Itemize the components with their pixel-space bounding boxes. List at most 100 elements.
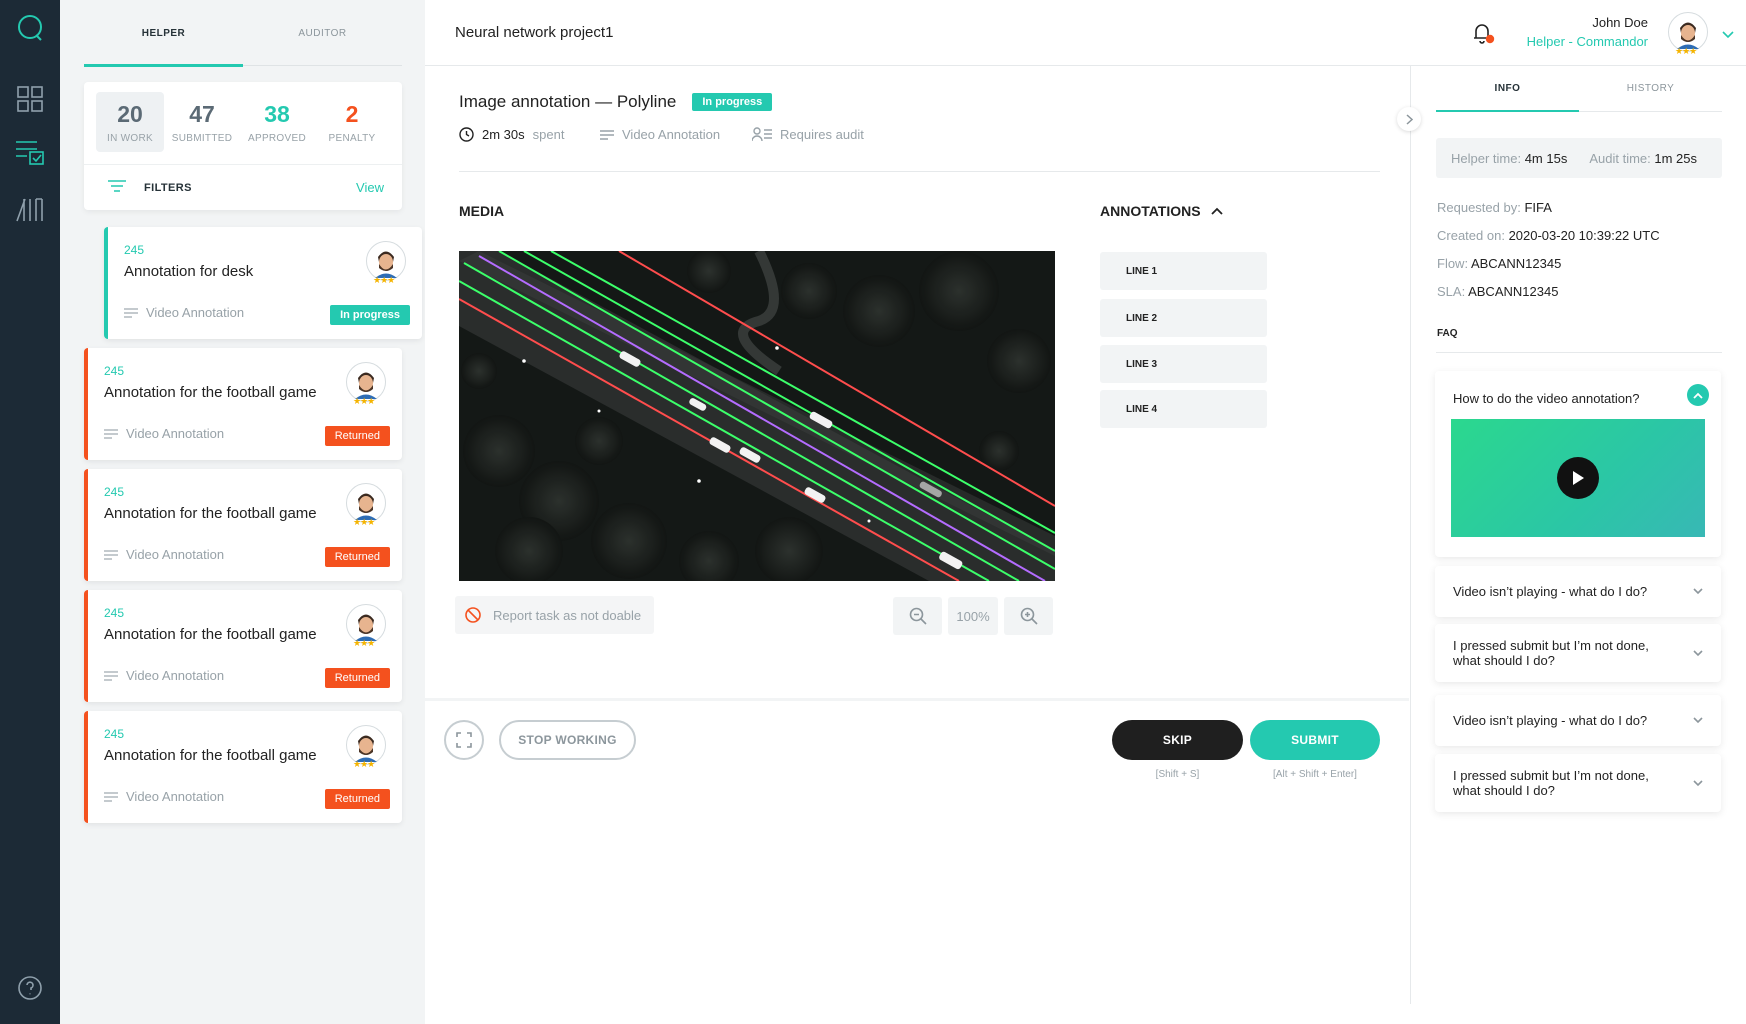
- library-icon[interactable]: [14, 193, 46, 225]
- tab-history[interactable]: HISTORY: [1579, 66, 1722, 112]
- footer-divider: [425, 698, 1409, 701]
- list-icon: [124, 307, 138, 318]
- status-badge: Returned: [324, 547, 390, 567]
- list-icon: [104, 549, 118, 560]
- task-heading-title: Image annotation — Polyline: [459, 92, 677, 111]
- faq-item[interactable]: Video isn’t playing - what do I do?: [1435, 695, 1721, 746]
- skip-button[interactable]: SKIP: [1112, 720, 1243, 760]
- annotations-label: ANNOTATIONS: [1100, 203, 1201, 219]
- annotation-line-2[interactable]: LINE 2: [1100, 299, 1267, 337]
- zoom-in-icon: [1020, 607, 1038, 625]
- stat-penalty[interactable]: 2 PENALTY: [318, 92, 386, 152]
- zoom-in-button[interactable]: [1004, 597, 1053, 635]
- faq-item-expanded[interactable]: How to do the video annotation?: [1435, 371, 1721, 557]
- task-detail: Image annotation — Polyline In progress …: [425, 66, 1409, 1024]
- user-name: John Doe: [1592, 15, 1648, 30]
- tab-info[interactable]: INFO: [1436, 66, 1579, 112]
- report-not-doable-button[interactable]: Report task as not doable: [455, 596, 654, 634]
- fullscreen-button[interactable]: [444, 720, 484, 760]
- top-bar: Neural network project1 John Doe Helper …: [425, 0, 1746, 66]
- stat-label: SUBMITTED: [171, 133, 233, 144]
- faq-item[interactable]: I pressed submit but I’m not done, what …: [1435, 624, 1721, 682]
- annotation-line-4[interactable]: LINE 4: [1100, 390, 1267, 428]
- audit-time-label: Audit time:: [1589, 150, 1651, 166]
- stat-label: APPROVED: [248, 133, 306, 144]
- task-card[interactable]: 245 Annotation for the football game Vid…: [84, 469, 402, 581]
- faq-video-thumbnail[interactable]: [1451, 419, 1705, 537]
- block-icon: [465, 607, 481, 623]
- bell-icon[interactable]: [1471, 20, 1495, 46]
- created-on-label: Created on:: [1437, 228, 1505, 243]
- faq-question: Video isn’t playing - what do I do?: [1453, 713, 1648, 728]
- list-icon: [104, 791, 118, 802]
- sla-value: ABCANN12345: [1468, 284, 1559, 299]
- task-title: Annotation for the football game: [104, 747, 317, 764]
- submit-button[interactable]: SUBMIT: [1250, 720, 1380, 760]
- list-icon: [104, 670, 118, 681]
- annotation-line-3[interactable]: LINE 3: [1100, 345, 1267, 383]
- role-tabs: HELPER AUDITOR: [84, 0, 402, 67]
- stop-working-button[interactable]: STOP WORKING: [499, 720, 636, 760]
- requested-by-value: FIFA: [1524, 200, 1552, 215]
- chevron-down-icon[interactable]: [1722, 26, 1734, 44]
- task-card[interactable]: 245 Annotation for the football game Vid…: [84, 590, 402, 702]
- task-type-label: Video Annotation: [126, 668, 225, 683]
- filter-icon[interactable]: [108, 179, 126, 197]
- sla-label: SLA:: [1437, 284, 1466, 299]
- task-heading: Image annotation — Polyline In progress: [459, 92, 773, 112]
- chevron-down-icon[interactable]: [1687, 580, 1709, 602]
- annotation-line-1[interactable]: LINE 1: [1100, 252, 1267, 290]
- play-icon[interactable]: [1557, 457, 1599, 499]
- stat-approved[interactable]: 38 APPROVED: [243, 92, 311, 152]
- helper-time-label: Helper time:: [1451, 150, 1522, 166]
- annotations-toggle[interactable]: ANNOTATIONS: [1100, 203, 1223, 219]
- task-card[interactable]: 245 Annotation for the football game Vid…: [84, 348, 402, 460]
- faq-item[interactable]: Video isn’t playing - what do I do?: [1435, 566, 1721, 617]
- tasks-icon[interactable]: [14, 136, 46, 168]
- user-info[interactable]: John Doe Helper - Commandor: [1527, 15, 1648, 49]
- stat-value: 47: [189, 101, 215, 127]
- task-type-label: Video Annotation: [126, 426, 225, 441]
- task-title: Annotation for the football game: [104, 384, 317, 401]
- tab-auditor[interactable]: AUDITOR: [243, 0, 402, 66]
- helper-time-value: 4m 15s: [1524, 150, 1568, 166]
- logo-icon[interactable]: [14, 12, 46, 44]
- task-card[interactable]: 245 Annotation for the football game Vid…: [84, 711, 402, 823]
- chevron-down-icon[interactable]: [1687, 772, 1709, 794]
- rating-stars: ★★★: [353, 638, 375, 648]
- faq-item[interactable]: I pressed submit but I’m not done, what …: [1435, 754, 1721, 812]
- requested-by: Requested by: FIFA: [1437, 200, 1552, 215]
- skip-shortcut: [Shift + S]: [1155, 769, 1200, 780]
- collapse-panel-button[interactable]: [1397, 107, 1421, 131]
- dashboard-icon[interactable]: [14, 83, 46, 115]
- stat-submitted[interactable]: 47 SUBMITTED: [168, 92, 236, 152]
- project-title: Neural network project1: [455, 24, 614, 41]
- faq-question: I pressed submit but I’m not done, what …: [1453, 638, 1649, 668]
- faq-question: How to do the video annotation?: [1453, 391, 1640, 406]
- zoom-out-button[interactable]: [893, 597, 942, 635]
- user-avatar[interactable]: ★★★: [1668, 12, 1708, 56]
- faq-question: I pressed submit but I’m not done, what …: [1453, 768, 1649, 798]
- task-type-label: Video Annotation: [126, 547, 225, 562]
- chevron-down-icon[interactable]: [1687, 709, 1709, 731]
- help-icon[interactable]: [14, 972, 46, 1004]
- divider: [459, 171, 1380, 172]
- tab-helper[interactable]: HELPER: [84, 0, 243, 67]
- media-image: [459, 251, 1055, 581]
- rating-stars: ★★★: [353, 517, 375, 527]
- time-value: 2m 30s: [482, 127, 525, 142]
- task-id: 245: [104, 485, 125, 499]
- list-icon: [104, 428, 118, 439]
- rating-stars: ★★★: [353, 396, 375, 406]
- stat-in-work[interactable]: 20 IN WORK: [96, 92, 164, 152]
- fullscreen-icon: [456, 732, 472, 748]
- media-viewer[interactable]: [459, 251, 1055, 581]
- stat-label: IN WORK: [107, 133, 153, 144]
- chevron-up-icon: [1210, 207, 1223, 215]
- chevron-down-icon[interactable]: [1687, 642, 1709, 664]
- chevron-up-icon[interactable]: [1687, 384, 1709, 406]
- task-card[interactable]: 245 Annotation for desk Video Annotation…: [104, 227, 422, 339]
- filters-view-link[interactable]: View: [356, 180, 384, 195]
- avatar: ★★★: [346, 604, 386, 648]
- task-type: Video Annotation: [104, 668, 224, 683]
